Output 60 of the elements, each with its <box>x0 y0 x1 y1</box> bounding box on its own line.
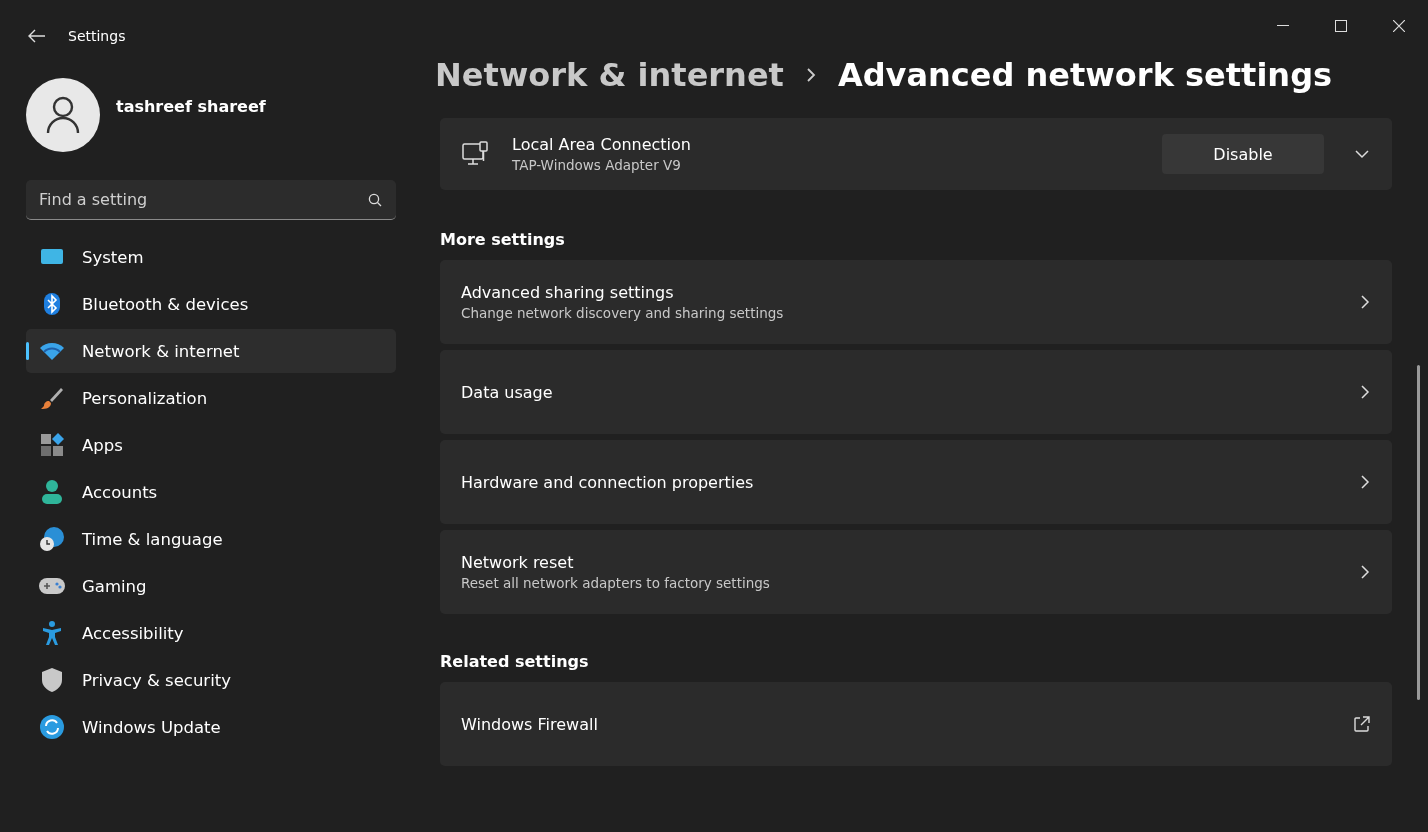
section-heading: More settings <box>440 230 566 249</box>
adapter-description: TAP-Windows Adapter V9 <box>512 157 682 173</box>
setting-title: Data usage <box>461 382 554 402</box>
sidebar-item[interactable]: Time & language <box>26 517 396 561</box>
bluetooth-icon <box>43 292 61 316</box>
settings-card[interactable]: Hardware and connection properties <box>440 440 1392 524</box>
chevron-right-icon <box>1360 564 1370 580</box>
search-icon <box>368 193 382 207</box>
sync-icon <box>39 714 65 740</box>
wifi-icon <box>39 341 65 361</box>
game-controller-icon <box>38 576 66 596</box>
chevron-right-icon <box>1360 294 1370 310</box>
settings-card[interactable]: Data usage <box>440 350 1392 434</box>
setting-title: Hardware and connection properties <box>461 472 755 492</box>
window-title: Settings <box>68 28 126 44</box>
shield-icon <box>41 667 63 693</box>
paintbrush-icon <box>40 386 64 410</box>
user-name: tashreef shareef <box>116 96 266 116</box>
close-icon[interactable] <box>1393 20 1405 32</box>
sidebar-item[interactable]: Accessibility <box>26 611 396 655</box>
disable-button[interactable]: Disable <box>1162 134 1324 174</box>
setting-title: Advanced sharing settings <box>461 283 675 302</box>
section-heading: Related settings <box>440 652 590 671</box>
setting-description: Reset all network adapters to factory settings <box>461 575 771 591</box>
accessibility-icon <box>41 620 63 646</box>
search-field[interactable]: Find a setting <box>26 180 396 220</box>
back-arrow-icon[interactable] <box>28 29 46 43</box>
sidebar-item[interactable]: System <box>26 235 396 279</box>
breadcrumb-link[interactable]: Network & internet <box>435 56 784 94</box>
chevron-right-icon <box>1360 474 1370 490</box>
scrollbar[interactable] <box>1417 365 1420 700</box>
page-title: Advanced network settings <box>837 56 1333 94</box>
apps-icon <box>40 433 64 457</box>
setting-title: Windows Firewall <box>461 714 599 734</box>
adapter-name: Local Area Connection <box>512 135 692 154</box>
external-link-icon <box>1353 715 1370 733</box>
chevron-right-icon <box>805 67 816 83</box>
sidebar-item[interactable]: Bluetooth & devices <box>26 282 396 326</box>
settings-card[interactable]: Windows Firewall <box>440 682 1392 766</box>
setting-title: Network reset <box>461 553 575 572</box>
settings-card[interactable]: Network reset Reset all network adapters to factory settings <box>440 530 1392 614</box>
person-icon <box>41 479 63 505</box>
setting-description: Change network discovery and sharing settings <box>461 305 785 321</box>
sidebar-item[interactable]: Personalization <box>26 376 396 420</box>
sidebar-item[interactable]: Gaming <box>26 564 396 608</box>
sidebar-item[interactable]: Privacy & security <box>26 658 396 702</box>
minimize-icon[interactable] <box>1277 25 1289 27</box>
globe-clock-icon <box>39 526 65 552</box>
person-icon <box>46 96 80 134</box>
sidebar-item[interactable]: Accounts <box>26 470 396 514</box>
network-adapter-icon <box>462 140 490 168</box>
monitor-icon <box>40 247 64 267</box>
sidebar-item[interactable]: Apps <box>26 423 396 467</box>
sidebar-item[interactable]: Network & internet <box>26 329 396 373</box>
sidebar-item[interactable]: Windows Update <box>26 705 396 749</box>
settings-card[interactable]: Advanced sharing settings Change network discovery and sharing settings <box>440 260 1392 344</box>
chevron-down-icon[interactable] <box>1354 149 1370 159</box>
chevron-right-icon <box>1360 384 1370 400</box>
maximize-icon[interactable] <box>1335 20 1347 32</box>
selection-indicator <box>26 342 29 360</box>
